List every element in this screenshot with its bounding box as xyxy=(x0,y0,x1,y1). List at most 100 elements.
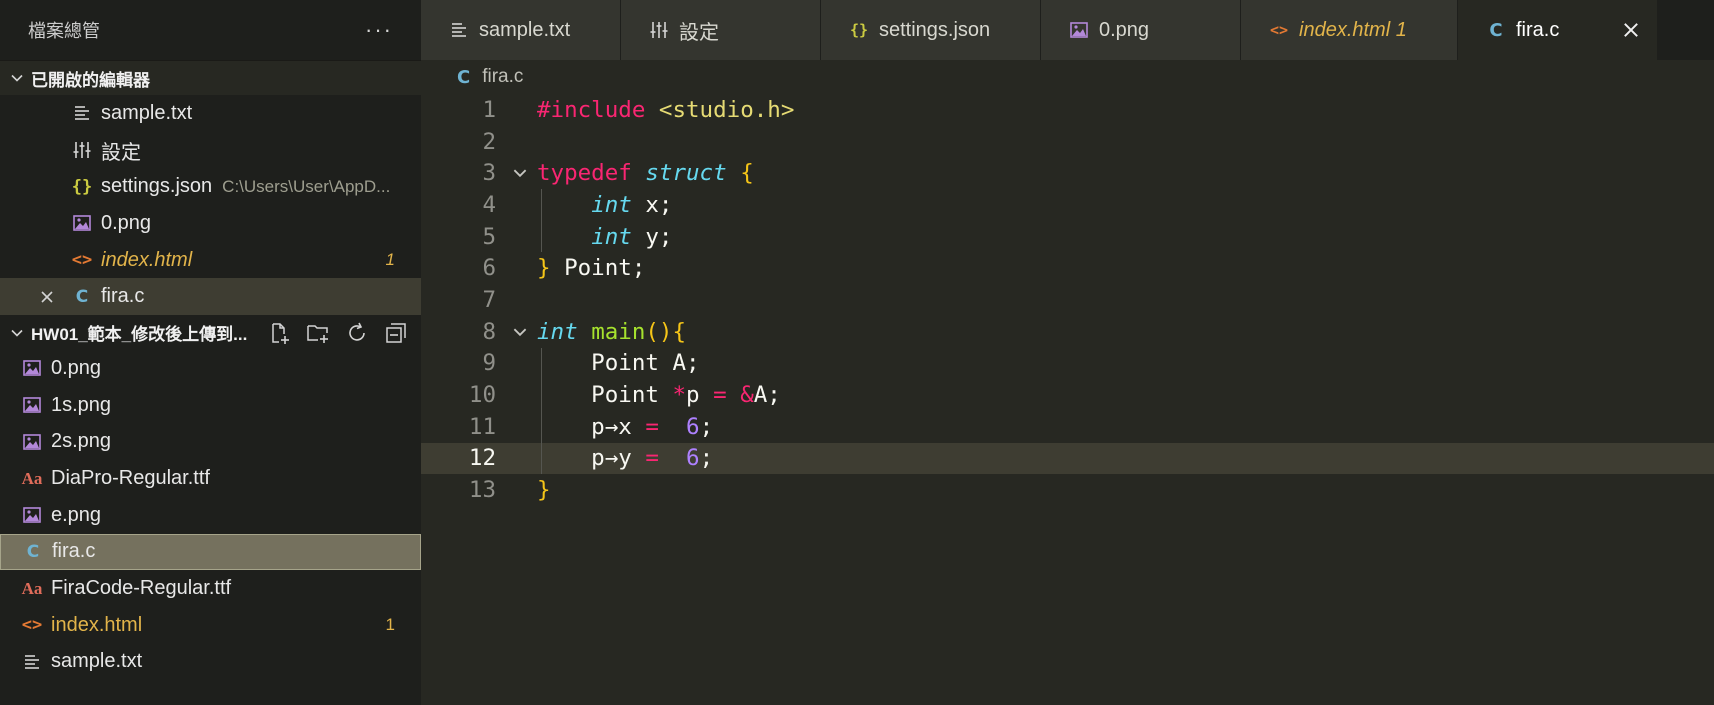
chevron-down-icon xyxy=(6,70,28,86)
code-line: 10 Point *p = &A; xyxy=(421,379,1714,411)
c-icon: C xyxy=(75,286,89,307)
tree-item-name: index.html xyxy=(51,613,143,636)
code-editor[interactable]: C fira.c 1 #include <studio.h> 2 3 typed… xyxy=(421,60,1714,705)
close-icon[interactable] xyxy=(1619,18,1643,42)
tab-settings-json[interactable]: {} settings.json xyxy=(821,0,1041,60)
code-text: Point *p = &A; xyxy=(537,382,781,409)
open-editor-name: index.html xyxy=(101,248,193,271)
image-icon xyxy=(22,395,42,415)
more-actions-button[interactable]: ··· xyxy=(365,17,393,43)
open-editor-item[interactable]: 設定 xyxy=(0,132,421,169)
c-icon: C xyxy=(1489,19,1503,41)
line-number: 9 xyxy=(482,350,496,377)
tree-item[interactable]: 0.png xyxy=(0,350,421,387)
refresh-icon[interactable] xyxy=(344,320,370,346)
tree-item[interactable]: 2s.png xyxy=(0,424,421,461)
problem-count-badge: 1 xyxy=(385,615,395,635)
json-braces-icon: {} xyxy=(71,176,93,197)
tab-fira-c[interactable]: C fira.c xyxy=(1458,0,1658,60)
image-icon xyxy=(72,213,92,233)
code-line: 6 } Point; xyxy=(421,252,1714,284)
tab-sample-txt[interactable]: sample.txt xyxy=(421,0,621,60)
text-lines-icon xyxy=(22,652,42,672)
tab-0-png[interactable]: 0.png xyxy=(1041,0,1241,60)
fold-chevron-icon[interactable] xyxy=(496,323,537,341)
problem-count-badge: 1 xyxy=(385,250,395,270)
tree-item[interactable]: Aa DiaPro-Regular.ttf xyxy=(0,460,421,497)
line-number: 1 xyxy=(482,96,496,123)
line-number: 10 xyxy=(468,382,496,409)
tree-item-name: sample.txt xyxy=(51,650,143,673)
tree-item[interactable]: e.png xyxy=(0,497,421,534)
close-icon[interactable] xyxy=(36,286,58,308)
line-number: 4 xyxy=(482,191,496,218)
open-editors-list: sample.txt 設定 {} settings.json C:\Users\… xyxy=(0,95,421,316)
code-line: 11 p→x = 6; xyxy=(421,410,1714,443)
code-text: #include <studio.h> xyxy=(537,96,795,123)
settings-sliders-icon xyxy=(649,20,669,40)
code-line: 8 int main(){ xyxy=(421,316,1714,348)
tree-item[interactable]: <> index.html 1 xyxy=(0,607,421,644)
image-icon xyxy=(22,505,42,525)
line-number: 7 xyxy=(482,286,496,313)
folder-tree: 0.png 1s.png 2s.png Aa DiaPro-Regular.tt… xyxy=(0,350,421,680)
html-icon: <> xyxy=(21,615,43,636)
tab-label: fira.c xyxy=(1516,18,1560,41)
folder-header[interactable]: HW01_範本_修改後上傳到... xyxy=(0,315,421,351)
open-editor-item[interactable]: {} settings.json C:\Users\User\AppD... xyxy=(0,168,421,205)
code-text: typedef struct { xyxy=(537,160,754,187)
open-editor-item[interactable]: 0.png xyxy=(0,205,421,242)
code-line: 2 xyxy=(421,126,1714,158)
code-line: 7 xyxy=(421,284,1714,316)
new-file-icon[interactable] xyxy=(266,320,292,346)
code-text: Point A; xyxy=(537,350,700,377)
tab-index-html[interactable]: <> index.html 1 xyxy=(1241,0,1458,60)
tree-item[interactable]: Aa FiraCode-Regular.ttf xyxy=(0,570,421,607)
line-number: 12 xyxy=(468,445,496,472)
line-number: 6 xyxy=(482,255,496,282)
tree-item[interactable]: C fira.c xyxy=(0,533,421,571)
open-editor-item[interactable]: <> index.html 1 xyxy=(0,242,421,279)
code-line: 1 #include <studio.h> xyxy=(421,94,1714,126)
line-number: 13 xyxy=(468,477,496,504)
open-editor-item[interactable]: sample.txt xyxy=(0,95,421,132)
text-lines-icon xyxy=(449,20,469,40)
code-line: 9 Point A; xyxy=(421,347,1714,380)
code-text: int main(){ xyxy=(537,318,687,345)
collapse-all-icon[interactable] xyxy=(383,320,409,346)
tab-settings-ui[interactable]: 設定 xyxy=(621,0,821,60)
tree-item[interactable]: 1s.png xyxy=(0,387,421,424)
code-text: } xyxy=(537,477,551,504)
html-icon: <> xyxy=(1269,21,1289,39)
tree-item-name: fira.c xyxy=(52,540,96,563)
breadcrumb-file[interactable]: fira.c xyxy=(482,66,523,88)
code-line: 3 typedef struct { xyxy=(421,157,1714,189)
font-icon: Aa xyxy=(21,468,43,488)
explorer-header: 檔案總管 ··· xyxy=(0,0,421,60)
open-editors-title: 已開啟的編輯器 xyxy=(31,70,150,90)
code-area[interactable]: 1 #include <studio.h> 2 3 typedef struct… xyxy=(421,94,1714,506)
open-editor-name: 0.png xyxy=(101,211,152,234)
font-icon: Aa xyxy=(21,578,43,598)
tree-item-name: 0.png xyxy=(51,356,102,379)
explorer-title: 檔案總管 xyxy=(28,21,100,41)
c-icon: C xyxy=(457,66,471,88)
open-editor-path: C:\Users\User\AppD... xyxy=(222,176,391,196)
new-folder-icon[interactable] xyxy=(305,320,331,346)
explorer-sidebar: 檔案總管 ··· 已開啟的編輯器 sample.txt 設定 {} settin… xyxy=(0,0,421,705)
tree-item-name: e.png xyxy=(51,503,102,526)
html-icon: <> xyxy=(71,250,93,271)
open-editor-item[interactable]: C fira.c xyxy=(0,278,421,316)
editor-tab-bar: sample.txt 設定 {} settings.json 0.png <> … xyxy=(421,0,1714,60)
fold-chevron-icon[interactable] xyxy=(496,164,537,182)
tree-item-name: 1s.png xyxy=(51,393,112,416)
code-text: int x; xyxy=(591,191,673,218)
breadcrumb: C fira.c xyxy=(421,60,1714,94)
open-editor-name: sample.txt xyxy=(101,101,193,124)
line-number: 3 xyxy=(482,160,496,187)
code-line-current: 12 p→y = 6; xyxy=(421,442,1714,475)
open-editor-name: fira.c xyxy=(101,285,145,308)
open-editors-header[interactable]: 已開啟的編輯器 xyxy=(0,60,421,95)
tree-item[interactable]: sample.txt xyxy=(0,644,421,681)
image-icon xyxy=(22,432,42,452)
